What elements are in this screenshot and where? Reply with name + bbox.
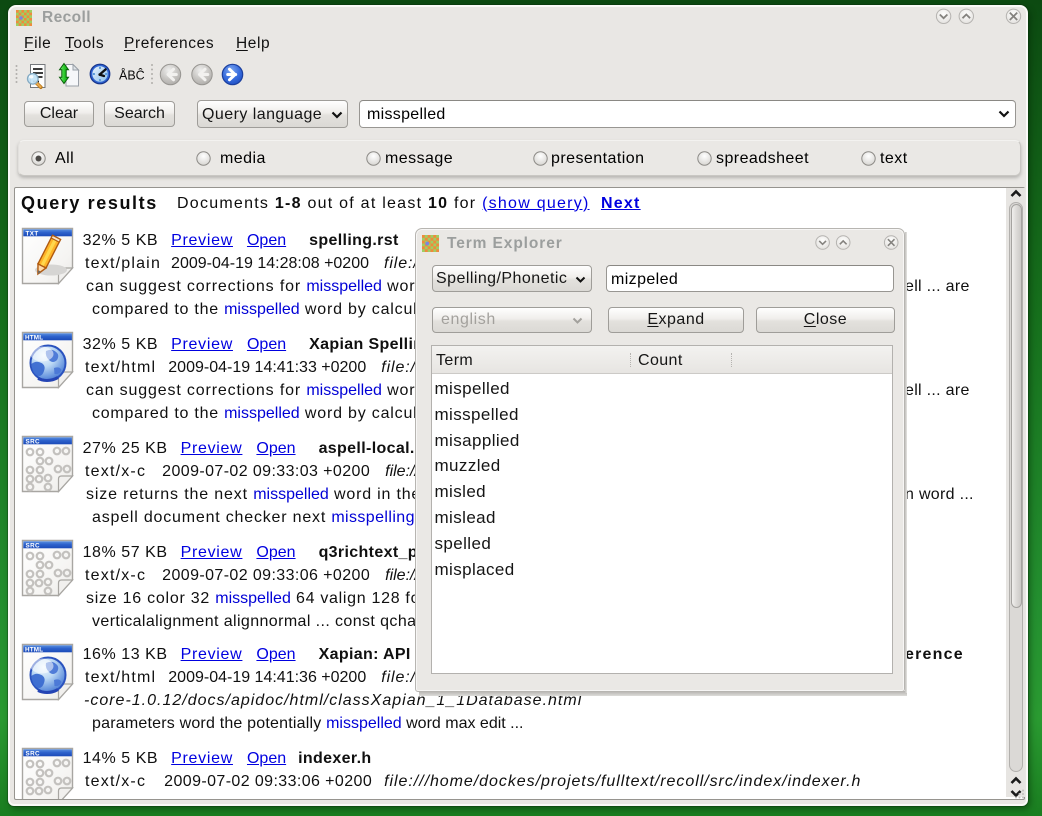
svg-text:HTML: HTML xyxy=(25,647,43,654)
svg-text:ÅBĈ: ÅBĈ xyxy=(119,68,145,83)
svg-text:SRC: SRC xyxy=(25,751,40,758)
svg-text:HTML: HTML xyxy=(25,335,43,342)
svg-text:TXT: TXT xyxy=(25,231,38,238)
svg-text:SRC: SRC xyxy=(25,543,40,550)
svg-text:SRC: SRC xyxy=(25,439,40,446)
